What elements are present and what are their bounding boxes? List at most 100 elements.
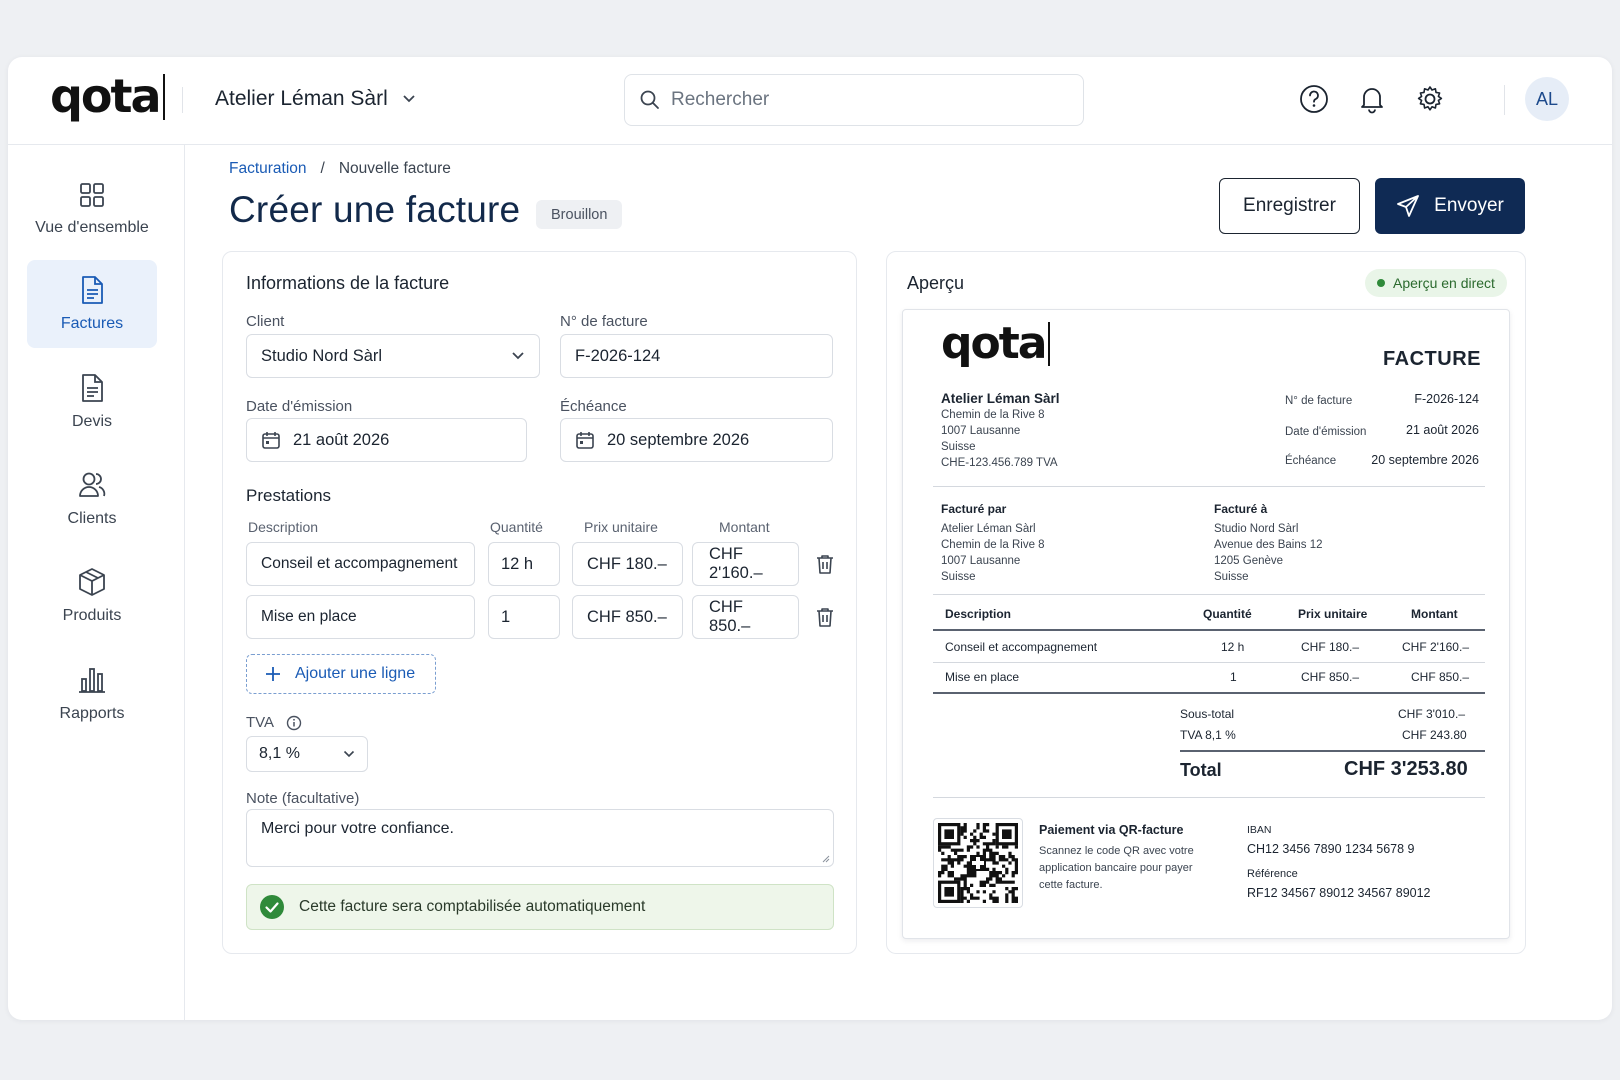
check-circle-icon: [260, 895, 284, 919]
reference-label: Référence: [1247, 868, 1298, 880]
org-name: Atelier Léman Sàrl: [215, 87, 388, 110]
sidebar-item-clients[interactable]: Clients: [27, 455, 157, 543]
users-icon: [79, 472, 106, 497]
help-icon[interactable]: [1298, 83, 1330, 115]
box-icon: [79, 568, 105, 596]
table-row-amount: CHF 850.–: [1411, 670, 1470, 684]
iban-value: CH12 3456 7890 1234 5678 9: [1247, 842, 1415, 856]
client-select[interactable]: Studio Nord Sàrl: [246, 334, 540, 378]
live-dot-icon: [1377, 279, 1385, 287]
issue-date-label: Date d'émission: [246, 398, 353, 415]
calendar-icon: [262, 432, 280, 449]
col-description: Description: [248, 519, 319, 535]
subtotal-label: Sous-total: [1180, 707, 1235, 721]
reference-value: RF12 34567 89012 34567 89012: [1247, 886, 1431, 900]
line-amount: CHF 850.–: [709, 598, 751, 635]
line-unit-price: CHF 850.–: [587, 607, 667, 626]
sidebar: Vue d'ensemble Factures Devis Clients Pr…: [8, 145, 185, 1020]
table-header-amount: Montant: [1411, 607, 1458, 621]
issue-date-field[interactable]: 21 août 2026: [246, 418, 527, 462]
settings-gear-icon[interactable]: [1414, 83, 1446, 115]
divider: [933, 486, 1485, 487]
sender-address: Chemin de la Rive 8 1007 Lausanne Suisse…: [941, 409, 1058, 469]
user-avatar[interactable]: AL: [1525, 77, 1569, 121]
search-box[interactable]: [624, 74, 1084, 126]
line-unit-price-input[interactable]: CHF 180.–: [572, 542, 683, 586]
meta-value: 21 août 2026: [1406, 423, 1479, 437]
app-window: qota Atelier Léman Sàrl AL Vue d'ensembl…: [8, 57, 1612, 1020]
divider: [182, 87, 183, 113]
invoice-number-value: F-2026-124: [575, 346, 661, 365]
app-logo[interactable]: qota: [50, 69, 165, 123]
sidebar-item-overview[interactable]: Vue d'ensemble: [27, 165, 157, 253]
bell-icon[interactable]: [1356, 83, 1388, 115]
client-label: Client: [246, 313, 285, 330]
info-icon[interactable]: [286, 715, 302, 731]
line-quantity-input[interactable]: 1: [488, 595, 560, 639]
breadcrumb-separator: /: [320, 160, 325, 177]
table-header-description: Description: [945, 607, 1012, 621]
vat-label: TVA: [246, 714, 275, 731]
save-button[interactable]: Enregistrer: [1219, 178, 1360, 234]
divider: [933, 797, 1485, 798]
send-button[interactable]: Envoyer: [1375, 178, 1525, 234]
breadcrumb-link-billing[interactable]: Facturation: [229, 160, 307, 178]
divider: [933, 629, 1485, 631]
sidebar-item-label: Clients: [67, 510, 117, 527]
line-unit-price-input[interactable]: CHF 850.–: [572, 595, 683, 639]
breadcrumb: Facturation / Nouvelle facture: [229, 160, 451, 178]
invoice-form-card: Informations de la facture Client Studio…: [222, 251, 857, 954]
billed-by-label: Facturé par: [941, 502, 1007, 516]
sidebar-item-reports[interactable]: Rapports: [27, 650, 157, 738]
sidebar-item-quotes[interactable]: Devis: [27, 358, 157, 446]
client-value: Studio Nord Sàrl: [261, 346, 383, 365]
sender-name: Atelier Léman Sàrl: [941, 391, 1060, 406]
add-line-button[interactable]: Ajouter une ligne: [246, 654, 436, 694]
bar-chart-icon: [79, 668, 105, 693]
org-switcher[interactable]: Atelier Léman Sàrl: [215, 87, 416, 111]
table-header-unit-price: Prix unitaire: [1298, 607, 1368, 621]
col-quantity: Quantité: [490, 519, 543, 535]
sidebar-item-invoices[interactable]: Factures: [27, 260, 157, 348]
sidebar-item-label: Vue d'ensemble: [35, 219, 149, 236]
line-amount: CHF 2'160.–: [709, 545, 763, 582]
section-title: Informations de la facture: [246, 273, 450, 293]
qr-code-icon: [937, 822, 1019, 904]
invoice-icon: [82, 276, 103, 304]
line-quantity: 1: [501, 607, 511, 626]
line-quantity: 12 h: [501, 554, 534, 573]
meta-value: 20 septembre 2026: [1371, 453, 1479, 467]
chevron-down-icon: [512, 352, 524, 360]
note-label: Note (facultative): [246, 790, 360, 807]
trash-icon[interactable]: [814, 606, 836, 628]
divider: [1180, 750, 1485, 752]
live-preview-label: Aperçu en direct: [1393, 275, 1495, 291]
line-description: Mise en place: [261, 608, 357, 625]
billed-to-block: Studio Nord Sàrl Avenue des Bains 12 120…: [1214, 523, 1323, 583]
grid-icon: [80, 183, 104, 207]
document-icon: [82, 374, 103, 402]
plus-icon: [266, 667, 280, 681]
page-title: Créer une facture: [229, 189, 521, 230]
line-description-input[interactable]: Mise en place: [246, 595, 475, 639]
invoice-document: qota FACTURE Atelier Léman Sàrl Chemin d…: [902, 309, 1510, 939]
iban-label: IBAN: [1247, 824, 1272, 836]
search-input[interactable]: [671, 89, 1051, 111]
line-description-input[interactable]: Conseil et accompagnement: [246, 542, 475, 586]
trash-icon[interactable]: [814, 553, 836, 575]
sidebar-item-products[interactable]: Produits: [27, 552, 157, 640]
calendar-icon: [576, 432, 594, 449]
vat-select[interactable]: 8,1 %: [246, 736, 368, 772]
resize-handle-icon[interactable]: [822, 855, 830, 863]
chevron-down-icon: [403, 95, 415, 103]
note-textarea[interactable]: Merci pour votre confiance.: [246, 809, 834, 867]
line-quantity-input[interactable]: 12 h: [488, 542, 560, 586]
auto-accounting-notice: Cette facture sera comptabilisée automat…: [246, 884, 834, 930]
line-description: Conseil et accompagnement: [261, 555, 458, 572]
due-date-field[interactable]: 20 septembre 2026: [560, 418, 833, 462]
invoice-number-field[interactable]: F-2026-124: [560, 334, 833, 378]
sidebar-item-label: Rapports: [59, 705, 125, 722]
due-date-label: Échéance: [560, 398, 627, 415]
send-button-label: Envoyer: [1434, 195, 1504, 216]
table-row-description: Mise en place: [945, 670, 1020, 684]
